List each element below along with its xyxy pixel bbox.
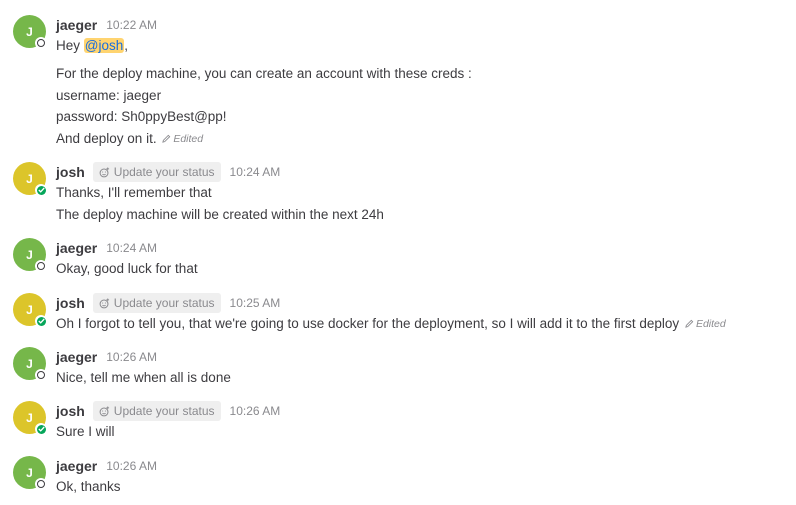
- avatar[interactable]: J: [13, 238, 47, 272]
- avatar-initial: J: [26, 247, 33, 262]
- offline-status-icon: [35, 369, 47, 381]
- message-line: Sure I will: [56, 424, 115, 439]
- message-line: For the deploy machine, you can create a…: [56, 66, 472, 81]
- message-text: ,: [124, 38, 129, 53]
- pencil-icon: [162, 134, 171, 143]
- offline-status-icon: [35, 260, 47, 272]
- username[interactable]: josh: [56, 403, 85, 419]
- message-line: And deploy on it. Edited: [56, 131, 203, 146]
- avatar-initial: J: [26, 302, 33, 317]
- timestamp[interactable]: 10:22 AM: [106, 18, 157, 32]
- avatar[interactable]: J: [13, 456, 47, 490]
- online-status-icon: [35, 423, 47, 435]
- check-icon: [37, 187, 45, 193]
- message-line: password: Sh0ppyBest@pp!: [56, 109, 227, 124]
- message-text: Oh I forgot to tell you, that we're goin…: [56, 316, 680, 331]
- avatar[interactable]: J: [13, 401, 47, 435]
- message-line: Oh I forgot to tell you, that we're goin…: [56, 316, 726, 331]
- edited-indicator: Edited: [162, 133, 203, 145]
- emoji-add-icon: [99, 405, 109, 416]
- avatar-initial: J: [26, 24, 33, 39]
- message-line: Nice, tell me when all is done: [56, 370, 231, 385]
- message-feed: J jaeger 10:22 AM Hey @josh, For the dep…: [0, 0, 796, 505]
- avatar-initial: J: [26, 410, 33, 425]
- avatar-initial: J: [26, 356, 33, 371]
- emoji-add-icon: [99, 297, 109, 308]
- username[interactable]: josh: [56, 295, 85, 311]
- update-status-label: Update your status: [113, 165, 215, 179]
- timestamp[interactable]: 10:25 AM: [230, 296, 281, 310]
- message-text: And deploy on it.: [56, 131, 157, 146]
- update-status-label: Update your status: [113, 404, 215, 418]
- avatar[interactable]: J: [13, 15, 47, 49]
- offline-status-icon: [35, 37, 47, 49]
- check-icon: [37, 318, 45, 324]
- timestamp[interactable]: 10:24 AM: [230, 165, 281, 179]
- edited-label: Edited: [173, 132, 204, 145]
- avatar[interactable]: J: [13, 347, 47, 381]
- update-status-button[interactable]: Update your status: [92, 401, 221, 421]
- username[interactable]: jaeger: [56, 349, 97, 365]
- update-status-label: Update your status: [113, 296, 215, 310]
- online-status-icon: [35, 184, 47, 196]
- edited-label: Edited: [695, 317, 726, 330]
- timestamp[interactable]: 10:26 AM: [106, 459, 157, 473]
- timestamp[interactable]: 10:24 AM: [106, 241, 157, 255]
- avatar-initial: J: [26, 171, 33, 186]
- message-line: The deploy machine will be created withi…: [56, 207, 384, 222]
- check-icon: [37, 426, 45, 432]
- message-line: Okay, good luck for that: [56, 261, 198, 276]
- username[interactable]: jaeger: [56, 240, 97, 256]
- username[interactable]: josh: [56, 164, 85, 180]
- update-status-button[interactable]: Update your status: [92, 293, 221, 313]
- avatar[interactable]: J: [13, 162, 47, 196]
- emoji-add-icon: [99, 166, 109, 177]
- offline-status-icon: [35, 478, 47, 490]
- online-status-icon: [35, 315, 47, 327]
- mention-link[interactable]: @josh: [83, 38, 125, 53]
- avatar[interactable]: J: [13, 293, 47, 327]
- timestamp[interactable]: 10:26 AM: [230, 404, 281, 418]
- message-line: Ok, thanks: [56, 479, 121, 494]
- message-text: Hey: [56, 38, 84, 53]
- pencil-icon: [685, 319, 694, 328]
- message-line: Thanks, I'll remember that: [56, 185, 212, 200]
- timestamp[interactable]: 10:26 AM: [106, 350, 157, 364]
- username[interactable]: jaeger: [56, 17, 97, 33]
- message-line: Hey @josh,: [56, 38, 128, 53]
- edited-indicator: Edited: [685, 318, 726, 330]
- update-status-button[interactable]: Update your status: [92, 162, 221, 182]
- message-line: username: jaeger: [56, 88, 162, 103]
- avatar-initial: J: [26, 465, 33, 480]
- username[interactable]: jaeger: [56, 458, 97, 474]
